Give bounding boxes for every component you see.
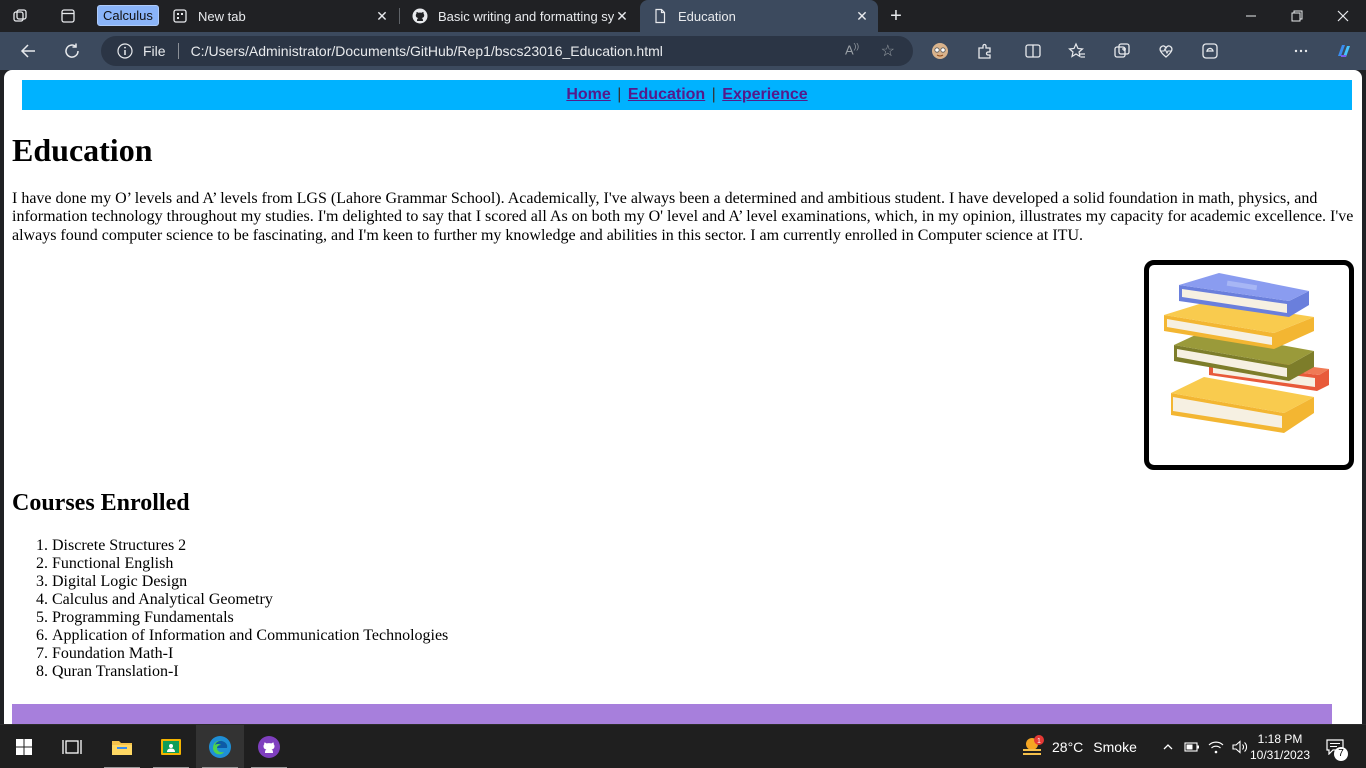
edge-bar-icon[interactable] [1194,36,1226,66]
nav-link-home[interactable]: Home [566,86,610,103]
weather-condition: Smoke [1093,739,1137,755]
weather-temperature: 28°C [1052,739,1084,755]
tab-strip: Calculus New tab ✕ Basic writing and for… [0,0,1366,32]
split-screen-icon[interactable] [1017,36,1049,66]
course-name: Functional English [52,555,174,572]
new-tab-page-icon [172,8,188,24]
nav-separator: | [617,86,622,103]
favorite-star-icon[interactable]: ☆ [881,41,895,61]
new-tab-plus-icon[interactable]: + [882,0,910,32]
collections-icon[interactable] [1106,36,1138,66]
back-arrow-icon[interactable] [12,36,44,66]
list-number: 3. [36,573,48,590]
list-item: 5. Programming Fundamentals [12,609,448,627]
tab-title: New tab [198,8,246,24]
intro-paragraph: I have done my O’ levels and A’ levels f… [12,190,1354,244]
page-title: Education [12,132,153,168]
extensions-puzzle-icon[interactable] [969,36,1001,66]
weather-widget[interactable]: 1 28°C Smoke [1020,725,1137,768]
url-text[interactable]: C:/Users/Administrator/Documents/GitHub/… [191,43,663,59]
list-number: 4. [36,591,48,608]
favorites-icon[interactable] [1061,36,1093,66]
courses-heading: Courses Enrolled [12,490,190,516]
browser-essentials-icon[interactable] [1150,36,1182,66]
course-name: Calculus and Analytical Geometry [52,591,273,608]
page-viewport: Home | Education | Experience Education … [4,70,1362,724]
weather-haze-icon: 1 [1023,735,1044,755]
more-menu-icon[interactable] [1285,36,1317,66]
omnibox-divider [177,43,179,59]
clock-time: 1:18 PM [1257,732,1303,746]
file-explorer-icon[interactable] [98,725,146,768]
list-item: 8. Quran Translation-I [12,663,448,681]
tab-title: Education [678,8,736,24]
info-icon[interactable] [117,43,133,59]
weather-alert-count: 1 [1037,738,1041,745]
windows-taskbar: 1 28°C Smoke 1:18 PM 10/31/2023 7 [0,724,1366,768]
list-item: 4. Calculus and Analytical Geometry [12,591,448,609]
list-number: 1. [36,537,48,554]
page-footer-bar [12,704,1332,724]
chevron-up-icon[interactable] [1156,735,1180,759]
battery-icon[interactable] [1180,735,1204,759]
course-name: Programming Fundamentals [52,609,234,626]
list-item: 7. Foundation Math-I [12,645,448,663]
workspaces-icon[interactable] [0,0,40,32]
notification-count-badge: 7 [1334,747,1348,761]
courses-list: 1. Discrete Structures 2 2. Functional Eng… [12,537,448,681]
course-name: Digital Logic Design [52,573,188,590]
read-aloud-icon[interactable]: A)) [845,42,859,57]
list-number: 5. [36,609,48,626]
close-icon[interactable]: ✕ [854,8,870,24]
restore-icon[interactable] [1274,0,1320,32]
list-number: 7. [36,645,48,662]
course-name: Foundation Math-I [52,645,174,662]
list-number: 2. [36,555,48,572]
list-item: 2. Functional English [12,555,448,573]
notification-center-icon[interactable]: 7 [1320,735,1350,761]
nav-separator: | [711,86,716,103]
list-item: 3. Digital Logic Design [12,573,448,591]
nav-link-education[interactable]: Education [628,86,705,103]
clock-date: 10/31/2023 [1249,748,1311,762]
tab-actions-icon[interactable] [48,0,88,32]
tab-education[interactable]: Education ✕ [640,0,878,32]
windows-start-icon[interactable] [0,725,48,768]
extension-avatar-icon[interactable] [924,36,956,66]
copilot-icon[interactable] [1328,36,1360,66]
list-item: 1. Discrete Structures 2 [12,537,448,555]
document-icon [652,8,668,24]
tab-github[interactable]: Basic writing and formatting synt ✕ [400,0,638,32]
system-tray [1156,725,1252,768]
github-desktop-icon[interactable] [245,725,293,768]
list-item: 6. Application of Information and Communi… [12,627,448,645]
course-name: Quran Translation-I [52,663,179,680]
tab-new-tab[interactable]: New tab ✕ [160,0,398,32]
nav-link-experience[interactable]: Experience [722,86,807,103]
minimize-icon[interactable] [1228,0,1274,32]
tab-title: Basic writing and formatting synt [438,8,614,24]
close-icon[interactable]: ✕ [374,8,390,24]
book-stack-icon [1164,273,1329,433]
calculus-tab-group-label[interactable]: Calculus [97,5,159,26]
refresh-icon[interactable] [56,36,88,66]
edge-browser-icon[interactable] [196,725,244,768]
list-number: 8. [36,663,48,680]
github-icon [412,8,428,24]
google-classroom-icon[interactable] [147,725,195,768]
site-navbar: Home | Education | Experience [22,80,1352,110]
list-number: 6. [36,627,48,644]
course-name: Application of Information and Communica… [52,627,449,644]
books-image [1144,260,1354,470]
system-clock[interactable]: 1:18 PM 10/31/2023 [1240,731,1320,763]
wifi-icon[interactable] [1204,735,1228,759]
url-scheme-label: File [143,43,166,59]
course-name: Discrete Structures 2 [52,537,187,554]
close-window-icon[interactable] [1320,0,1366,32]
address-bar[interactable]: File C:/Users/Administrator/Documents/Gi… [101,36,913,66]
browser-toolbar: File C:/Users/Administrator/Documents/Gi… [0,32,1366,96]
close-icon[interactable]: ✕ [614,8,630,24]
task-view-icon[interactable] [48,725,96,768]
